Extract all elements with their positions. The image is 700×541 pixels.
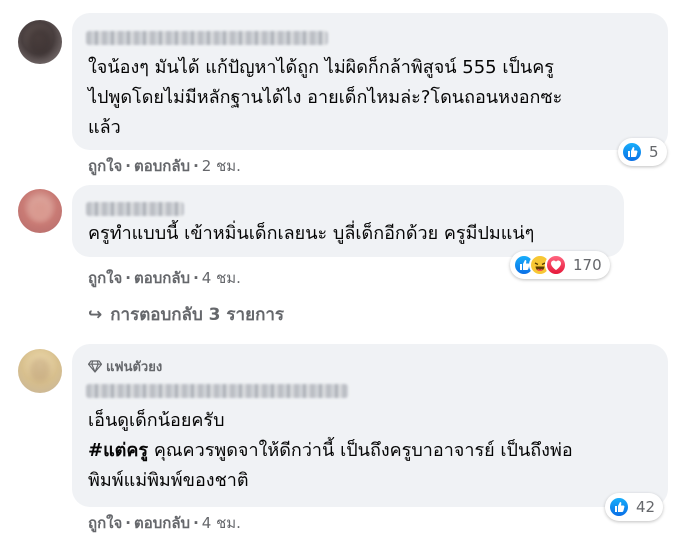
comment-line-text: คุณควรพูดจาให้ดีกว่านี้ เป็นถึงครูบาอาจา…	[148, 440, 573, 461]
reaction-count: 42	[636, 498, 656, 516]
top-fan-badge: แฟนตัวยง	[87, 356, 163, 377]
reply-button[interactable]: ตอบกลับ	[134, 157, 190, 175]
like-button[interactable]: ถูกใจ	[88, 157, 122, 175]
comment-actions: ถูกใจ · ตอบกลับ · 4 ชม.	[88, 514, 241, 532]
comment-actions: ถูกใจ · ตอบกลับ · 2 ชม.	[88, 157, 241, 175]
avatar[interactable]	[18, 349, 62, 393]
love-icon	[545, 254, 567, 276]
reaction-summary[interactable]: 170	[510, 251, 610, 279]
comment-text: เอ็นดูเด็กน้อยครับ #แต่ครู คุณควรพูดจาให…	[88, 406, 654, 496]
avatar[interactable]	[18, 189, 62, 233]
like-button[interactable]: ถูกใจ	[88, 269, 122, 287]
reaction-count: 5	[649, 143, 659, 161]
comment-bubble: ใจน้องๆ มันได้ แก้ปัญหาได้ถูก ไม่ผิดก็กล…	[72, 13, 668, 150]
comment-text: ครูทำแบบนี้ เข้าหมิ่นเด็กเลยนะ บูลี่เด็ก…	[88, 223, 535, 244]
comment-bubble: แฟนตัวยง เอ็นดูเด็กน้อยครับ #แต่ครู คุณค…	[72, 344, 668, 507]
like-icon	[621, 141, 643, 163]
timestamp[interactable]: 2 ชม.	[202, 157, 241, 175]
comment-line: #แต่ครู คุณควรพูดจาให้ดีกว่านี้ เป็นถึงค…	[88, 436, 654, 466]
timestamp[interactable]: 4 ชม.	[202, 514, 241, 532]
like-button[interactable]: ถูกใจ	[88, 514, 122, 532]
reply-arrow-icon: ↪	[88, 305, 103, 325]
reaction-count: 170	[573, 256, 602, 274]
commenter-name[interactable]	[86, 384, 348, 398]
reply-button[interactable]: ตอบกลับ	[134, 514, 190, 532]
comment-text: ใจน้องๆ มันได้ แก้ปัญหาได้ถูก ไม่ผิดก็กล…	[88, 57, 563, 138]
commenter-name[interactable]	[86, 31, 328, 45]
comment-line: พิมพ์แม่พิมพ์ของชาติ	[88, 470, 249, 491]
commenter-name[interactable]	[86, 202, 184, 216]
diamond-icon	[87, 360, 103, 373]
timestamp[interactable]: 4 ชม.	[202, 269, 241, 287]
reaction-summary[interactable]: 5	[618, 138, 667, 166]
comment-line: เอ็นดูเด็กน้อยครับ	[88, 410, 225, 431]
view-replies-link[interactable]: ↪ การตอบกลับ 3 รายการ	[88, 301, 284, 328]
reaction-summary[interactable]: 42	[605, 493, 664, 521]
comment-bubble: ครูทำแบบนี้ เข้าหมิ่นเด็กเลยนะ บูลี่เด็ก…	[72, 185, 624, 257]
avatar[interactable]	[18, 20, 62, 64]
hashtag-link[interactable]: #แต่ครู	[88, 440, 148, 461]
badge-label: แฟนตัวยง	[106, 360, 163, 375]
like-icon	[608, 496, 630, 518]
replies-count-label: การตอบกลับ 3 รายการ	[110, 305, 285, 325]
reply-button[interactable]: ตอบกลับ	[134, 269, 190, 287]
comment-actions: ถูกใจ · ตอบกลับ · 4 ชม.	[88, 269, 241, 287]
